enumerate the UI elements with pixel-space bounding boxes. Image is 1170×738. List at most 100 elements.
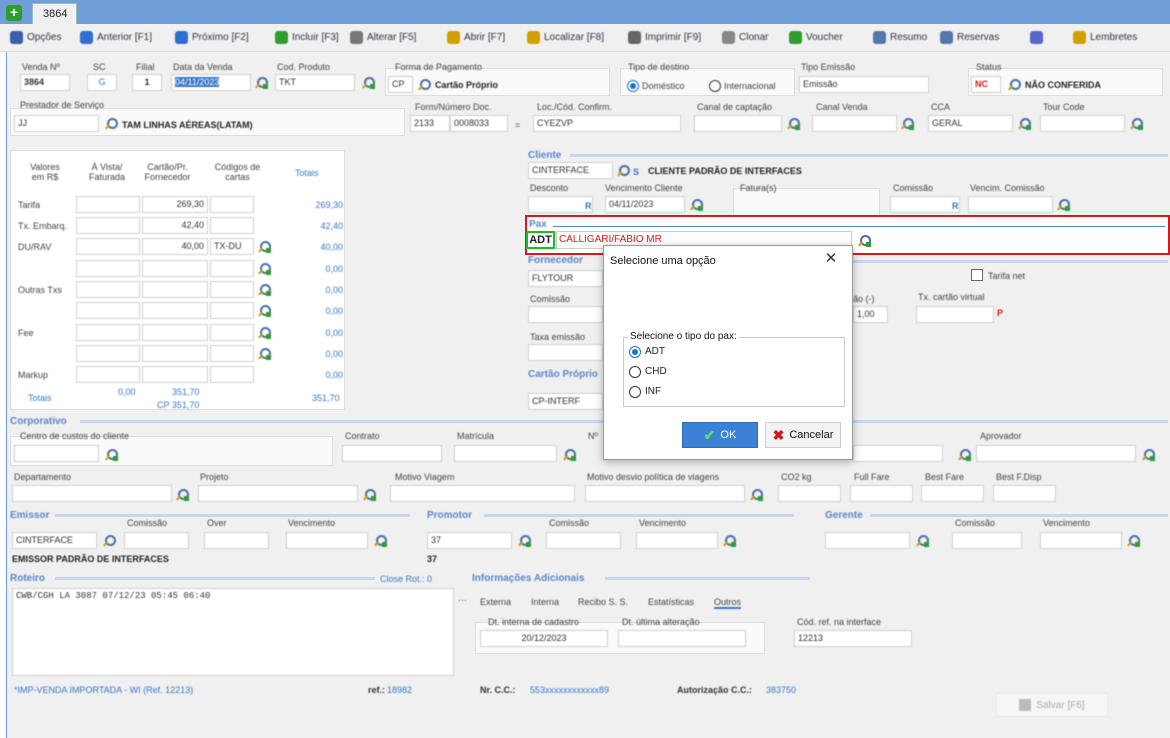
toolbar-button-12[interactable] (1030, 31, 1047, 44)
aprovador-field[interactable] (976, 445, 1136, 462)
cambio-field[interactable]: 1,00 (853, 306, 888, 323)
close-rot-link[interactable]: Close Rot.: 0 (380, 574, 432, 584)
emissor-comissao-field[interactable] (124, 532, 189, 549)
toolbar-button-0[interactable]: Opções (10, 31, 61, 44)
cartao-field[interactable] (142, 281, 208, 298)
codigo-field[interactable] (210, 345, 254, 362)
close-icon[interactable]: ✕ (822, 250, 840, 268)
contrato-field[interactable] (342, 445, 442, 462)
venda-field[interactable]: 3864 (20, 74, 70, 91)
canal-venda-field[interactable] (812, 115, 897, 132)
full-fare-field[interactable] (850, 485, 913, 502)
codigo-field[interactable] (210, 281, 254, 298)
avista-field[interactable] (76, 324, 140, 341)
save-button[interactable]: Salvar [F6] (996, 693, 1108, 717)
search-icon[interactable] (105, 118, 118, 130)
comissao-field[interactable] (890, 196, 960, 213)
search-icon[interactable] (1127, 535, 1140, 547)
search-icon[interactable] (362, 77, 375, 89)
search-icon[interactable] (103, 535, 116, 547)
search-icon[interactable] (1008, 79, 1021, 91)
search-icon[interactable] (258, 327, 271, 339)
cartao-field[interactable] (142, 366, 208, 383)
roteiro-textarea[interactable]: CWB/CGH LA 3087 07/12/23 05:45 06:40 (12, 588, 454, 676)
produto-field[interactable]: TKT (275, 74, 355, 91)
search-icon[interactable] (916, 535, 929, 547)
search-icon[interactable] (958, 449, 971, 461)
cca-field[interactable]: GERAL (928, 115, 1013, 132)
avista-field[interactable] (76, 260, 140, 277)
search-icon[interactable] (1018, 118, 1031, 130)
search-icon[interactable] (258, 284, 271, 296)
search-icon[interactable] (690, 199, 703, 211)
search-icon[interactable] (374, 535, 387, 547)
info-tab[interactable]: Interna (531, 597, 559, 607)
adt-radio[interactable] (629, 346, 641, 358)
form-field-2[interactable]: 0008033 (450, 115, 508, 132)
codigo-field[interactable] (210, 302, 254, 319)
info-tab[interactable]: Outros (714, 597, 742, 609)
toolbar-button-11[interactable]: Reservas (940, 31, 999, 44)
toolbar-button-3[interactable]: Incluir [F3] (275, 31, 339, 44)
codigo-field[interactable] (210, 366, 254, 383)
corp-extra-field[interactable] (853, 445, 943, 462)
tarifa-net-checkbox[interactable] (971, 269, 983, 281)
codigo-field[interactable]: TX-DU (210, 238, 254, 255)
tab-venda[interactable]: 3864 (32, 3, 77, 25)
emissao-select[interactable]: Emissão (799, 76, 929, 93)
promotor-code[interactable]: 37 (427, 532, 512, 549)
search-icon[interactable] (363, 489, 376, 501)
prestador-code[interactable]: JJ (14, 115, 99, 132)
pagamento-code[interactable]: CP (388, 76, 413, 93)
best-fdisp-field[interactable] (993, 485, 1056, 502)
search-icon[interactable] (518, 535, 531, 547)
avista-field[interactable] (76, 302, 140, 319)
search-icon[interactable] (750, 489, 763, 501)
desvio-field[interactable] (585, 485, 745, 502)
cartao-field[interactable]: 269,30 (142, 196, 208, 213)
venc-cliente-field[interactable]: 04/11/2023 (605, 196, 685, 213)
tx-cartao-field[interactable] (916, 306, 994, 323)
cartao-field[interactable] (142, 324, 208, 341)
inf-radio[interactable] (629, 386, 641, 398)
sc-field[interactable]: G (87, 74, 117, 91)
toolbar-button-9[interactable]: Voucher (789, 31, 843, 44)
venc-comissao-field[interactable] (968, 196, 1053, 213)
toolbar-button-10[interactable]: Resumo (873, 31, 927, 44)
search-icon[interactable] (258, 305, 271, 317)
search-icon[interactable] (723, 535, 736, 547)
search-icon[interactable] (258, 263, 271, 275)
motivo-field[interactable] (390, 485, 575, 502)
gerente-code[interactable] (825, 532, 910, 549)
cliente-code[interactable]: CINTERFACE (528, 162, 613, 179)
toolbar-button-1[interactable]: Anterior [F1] (80, 31, 152, 44)
cartao-field[interactable] (142, 345, 208, 362)
matricula-field[interactable] (454, 445, 557, 462)
avista-field[interactable] (76, 238, 140, 255)
ok-button[interactable]: ✔ OK (682, 422, 758, 448)
toolbar-button-13[interactable]: Lembretes (1073, 31, 1137, 44)
search-icon[interactable] (176, 489, 189, 501)
search-icon[interactable] (563, 449, 576, 461)
info-tab[interactable]: Estatísticas (648, 597, 694, 607)
chd-radio[interactable] (629, 366, 641, 378)
avista-field[interactable] (76, 281, 140, 298)
cancel-button[interactable]: ✖ Cancelar (765, 422, 841, 448)
form-field-1[interactable]: 2133 (410, 115, 450, 132)
codigo-field[interactable] (210, 324, 254, 341)
emissor-venc-field[interactable] (286, 532, 368, 549)
gerente-comissao-field[interactable] (952, 532, 1022, 549)
domestico-radio[interactable] (627, 80, 639, 92)
search-icon[interactable] (255, 77, 268, 89)
codigo-field[interactable] (210, 217, 254, 234)
new-tab-icon[interactable]: + (6, 5, 22, 21)
toolbar-button-6[interactable]: Localizar [F8] (527, 31, 604, 44)
search-icon[interactable] (105, 449, 118, 461)
toolbar-button-2[interactable]: Próximo [F2] (175, 31, 249, 44)
search-icon[interactable] (1142, 449, 1155, 461)
projeto-field[interactable] (198, 485, 358, 502)
codigo-field[interactable] (210, 260, 254, 277)
avista-field[interactable] (76, 196, 140, 213)
emissor-code[interactable]: CINTERFACE (12, 532, 97, 549)
cartao-field[interactable]: 42,40 (142, 217, 208, 234)
